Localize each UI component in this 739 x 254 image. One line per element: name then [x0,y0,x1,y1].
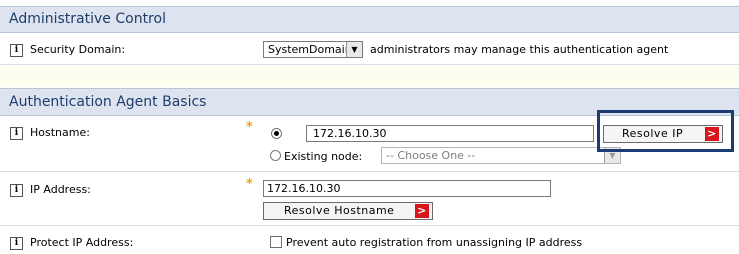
resolve-hostname-button[interactable]: Resolve Hostname > [263,202,433,220]
prevent-auto-registration-checkbox[interactable] [270,236,282,248]
admin-section-title: Administrative Control [9,11,166,27]
basics-section-title: Authentication Agent Basics [9,94,207,110]
existing-node-radio[interactable] [270,150,281,161]
info-icon[interactable]: i [10,127,23,140]
ip-address-row: i IP Address: * 172.16.10.30 Resolve Hos… [0,173,739,226]
required-star-icon: * [246,120,253,135]
existing-node-placeholder: -- Choose One -- [386,149,476,162]
dropdown-arrow-icon[interactable]: ▼ [346,42,362,57]
protect-ip-row: i Protect IP Address: Prevent auto regis… [0,227,739,254]
protect-ip-label: Protect IP Address: [30,236,134,249]
security-domain-description: administrators may manage this authentic… [370,43,669,56]
hostname-radio[interactable] [271,128,282,139]
existing-node-select[interactable]: -- Choose One -- ▼ [381,147,621,164]
existing-node-label: Existing node: [284,150,363,163]
hostname-input[interactable]: 172.16.10.30 [306,125,594,142]
ip-address-label: IP Address: [30,183,91,196]
security-domain-select[interactable]: SystemDomain ▼ [263,41,363,58]
info-icon[interactable]: i [10,44,23,57]
resolve-ip-highlight [597,110,734,152]
section-spacer [0,65,739,87]
admin-section-header: Administrative Control [0,6,739,33]
security-domain-row: i Security Domain: SystemDomain ▼ admini… [0,33,739,65]
security-domain-label: Security Domain: [30,43,126,56]
info-icon[interactable]: i [10,184,23,197]
info-icon[interactable]: i [10,237,23,250]
required-star-icon: * [246,177,253,192]
hostname-label: Hostname: [30,126,90,139]
security-domain-selected: SystemDomain [268,43,352,56]
ip-address-input[interactable]: 172.16.10.30 [263,180,551,197]
chevron-right-icon: > [415,204,429,218]
prevent-auto-registration-label: Prevent auto registration from unassigni… [286,236,583,249]
resolve-hostname-button-label: Resolve Hostname [284,204,395,217]
